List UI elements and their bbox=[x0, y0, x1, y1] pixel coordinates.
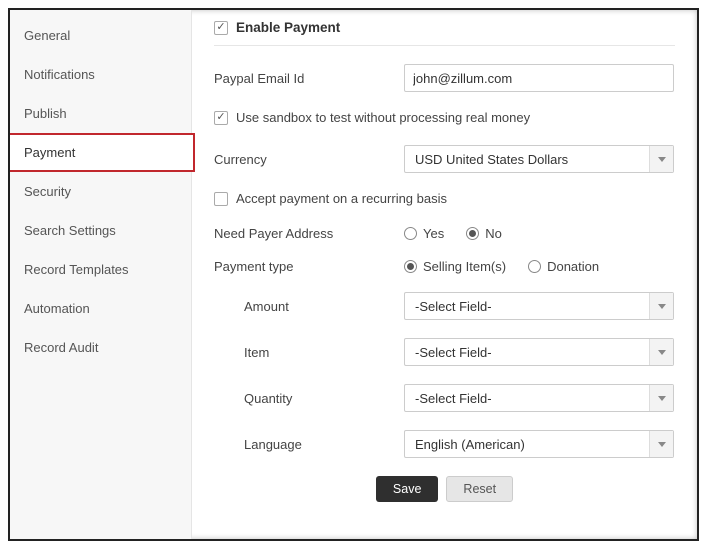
quantity-row: Quantity -Select Field- bbox=[214, 384, 675, 412]
chevron-down-icon bbox=[649, 385, 673, 411]
enable-payment-label: Enable Payment bbox=[236, 20, 340, 35]
sidebar-item-publish[interactable]: Publish bbox=[10, 94, 191, 133]
language-value: English (American) bbox=[415, 437, 525, 452]
currency-label: Currency bbox=[214, 152, 404, 167]
need-address-no-label: No bbox=[485, 226, 502, 241]
enable-payment-row: Enable Payment bbox=[214, 20, 675, 46]
payment-type-selling[interactable]: Selling Item(s) bbox=[404, 259, 506, 274]
chevron-down-icon bbox=[649, 146, 673, 172]
payment-type-selling-label: Selling Item(s) bbox=[423, 259, 506, 274]
sandbox-checkbox[interactable] bbox=[214, 111, 228, 125]
recurring-label: Accept payment on a recurring basis bbox=[236, 191, 447, 206]
amount-value: -Select Field- bbox=[415, 299, 492, 314]
currency-value: USD United States Dollars bbox=[415, 152, 568, 167]
sidebar-item-automation[interactable]: Automation bbox=[10, 289, 191, 328]
recurring-row: Accept payment on a recurring basis bbox=[214, 191, 675, 206]
sidebar-item-record-templates[interactable]: Record Templates bbox=[10, 250, 191, 289]
chevron-down-icon bbox=[649, 431, 673, 457]
sidebar-item-search-settings[interactable]: Search Settings bbox=[10, 211, 191, 250]
paypal-email-label: Paypal Email Id bbox=[214, 71, 404, 86]
radio-icon bbox=[528, 260, 541, 273]
paypal-email-input[interactable] bbox=[404, 64, 674, 92]
payment-type-label: Payment type bbox=[214, 259, 404, 274]
radio-icon bbox=[466, 227, 479, 240]
need-address-no[interactable]: No bbox=[466, 226, 502, 241]
main-panel: Enable Payment Paypal Email Id Use sandb… bbox=[192, 10, 697, 539]
item-row: Item -Select Field- bbox=[214, 338, 675, 366]
payment-type-row: Payment type Selling Item(s) Donation bbox=[214, 259, 675, 274]
sidebar-item-general[interactable]: General bbox=[10, 16, 191, 55]
radio-icon bbox=[404, 227, 417, 240]
item-label: Item bbox=[214, 345, 404, 360]
sidebar: General Notifications Publish Payment Se… bbox=[10, 10, 192, 539]
need-address-label: Need Payer Address bbox=[214, 226, 404, 241]
quantity-value: -Select Field- bbox=[415, 391, 492, 406]
chevron-down-icon bbox=[649, 293, 673, 319]
currency-row: Currency USD United States Dollars bbox=[214, 145, 675, 173]
chevron-down-icon bbox=[649, 339, 673, 365]
language-label: Language bbox=[214, 437, 404, 452]
language-row: Language English (American) bbox=[214, 430, 675, 458]
amount-select[interactable]: -Select Field- bbox=[404, 292, 674, 320]
sidebar-item-notifications[interactable]: Notifications bbox=[10, 55, 191, 94]
paypal-email-row: Paypal Email Id bbox=[214, 64, 675, 92]
payment-type-donation-label: Donation bbox=[547, 259, 599, 274]
radio-icon bbox=[404, 260, 417, 273]
reset-button[interactable]: Reset bbox=[446, 476, 513, 502]
amount-row: Amount -Select Field- bbox=[214, 292, 675, 320]
sidebar-item-security[interactable]: Security bbox=[10, 172, 191, 211]
amount-label: Amount bbox=[214, 299, 404, 314]
payment-type-donation[interactable]: Donation bbox=[528, 259, 599, 274]
item-select[interactable]: -Select Field- bbox=[404, 338, 674, 366]
save-button[interactable]: Save bbox=[376, 476, 439, 502]
sandbox-row: Use sandbox to test without processing r… bbox=[214, 110, 675, 125]
quantity-select[interactable]: -Select Field- bbox=[404, 384, 674, 412]
need-address-row: Need Payer Address Yes No bbox=[214, 226, 675, 241]
recurring-checkbox[interactable] bbox=[214, 192, 228, 206]
need-address-yes[interactable]: Yes bbox=[404, 226, 444, 241]
language-select[interactable]: English (American) bbox=[404, 430, 674, 458]
button-row: Save Reset bbox=[214, 476, 675, 502]
enable-payment-checkbox[interactable] bbox=[214, 21, 228, 35]
sidebar-item-record-audit[interactable]: Record Audit bbox=[10, 328, 191, 367]
need-address-yes-label: Yes bbox=[423, 226, 444, 241]
currency-select[interactable]: USD United States Dollars bbox=[404, 145, 674, 173]
item-value: -Select Field- bbox=[415, 345, 492, 360]
sandbox-label: Use sandbox to test without processing r… bbox=[236, 110, 530, 125]
settings-frame: General Notifications Publish Payment Se… bbox=[8, 8, 699, 541]
quantity-label: Quantity bbox=[214, 391, 404, 406]
sidebar-item-payment[interactable]: Payment bbox=[8, 133, 195, 172]
